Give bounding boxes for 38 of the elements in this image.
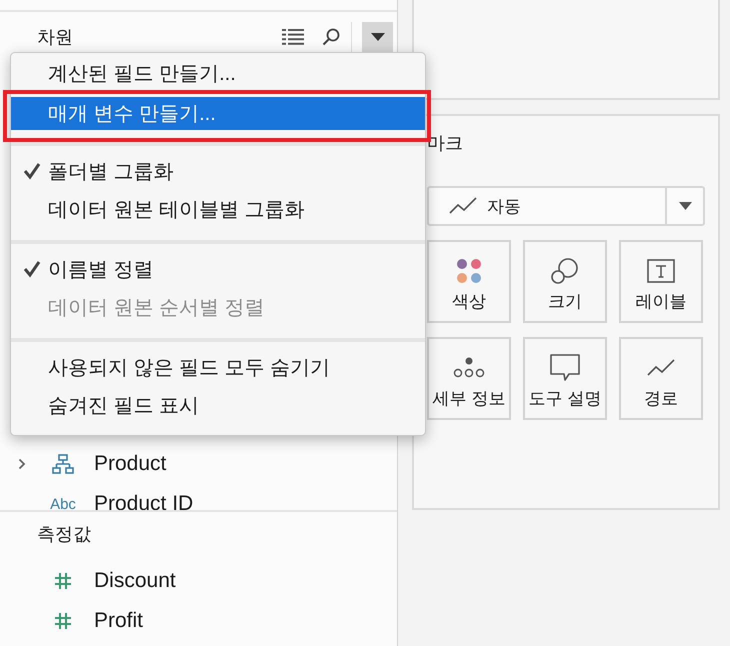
speech-bubble-icon: [550, 354, 580, 382]
mark-property-button[interactable]: 도구 설명: [523, 337, 607, 420]
caret-icon: [678, 202, 692, 210]
menu-item[interactable]: 데이터 원본 테이블별 그룹화: [11, 190, 425, 228]
dropdown-button[interactable]: [362, 22, 393, 52]
dots-icon: [453, 357, 485, 379]
hierarchy-icon: [52, 454, 74, 474]
field-name[interactable]: Product: [94, 452, 166, 476]
line-path-icon: [647, 359, 675, 377]
line-icon: [449, 197, 477, 215]
menu-item[interactable]: 사용되지 않은 필드 모두 숨기기: [11, 348, 425, 386]
mark-property-button[interactable]: 색상: [427, 240, 511, 323]
menu-item[interactable]: 계산된 필드 만들기...: [11, 57, 425, 90]
mark-type-label: 자동: [487, 196, 521, 218]
field-name[interactable]: Profit: [94, 609, 144, 633]
mark-property-button[interactable]: 세부 정보: [427, 337, 511, 420]
search-icon[interactable]: [321, 27, 341, 47]
menu-item[interactable]: 이름별 정렬: [11, 250, 425, 288]
hash-icon: [54, 612, 72, 630]
menu-item[interactable]: 매개 변수 만들기...: [11, 97, 425, 130]
caret-icon: [370, 33, 384, 41]
panel-title: 차원: [37, 26, 74, 49]
field-name[interactable]: Discount: [94, 569, 176, 593]
text-box-icon: [647, 259, 675, 283]
panel-title: 측정값: [36, 523, 92, 546]
mark-property-button[interactable]: 레이블: [619, 240, 703, 323]
menu-item[interactable]: 폴더별 그룹화: [11, 152, 425, 190]
hash-icon: [54, 572, 72, 590]
grid-view-icon[interactable]: [282, 29, 304, 45]
chevron-icon[interactable]: [18, 458, 26, 470]
circles-icon: [551, 258, 579, 284]
field-name[interactable]: Product ID: [94, 492, 194, 510]
mark-property-button[interactable]: 크기: [523, 240, 607, 323]
menu-item[interactable]: 숨겨진 필드 표시: [11, 386, 425, 424]
mark-type-dropdown[interactable]: 자동: [427, 186, 705, 226]
color-dots-icon: [456, 258, 482, 284]
string-type-icon: Abc: [50, 496, 76, 510]
mark-property-button[interactable]: 경로: [619, 337, 703, 420]
